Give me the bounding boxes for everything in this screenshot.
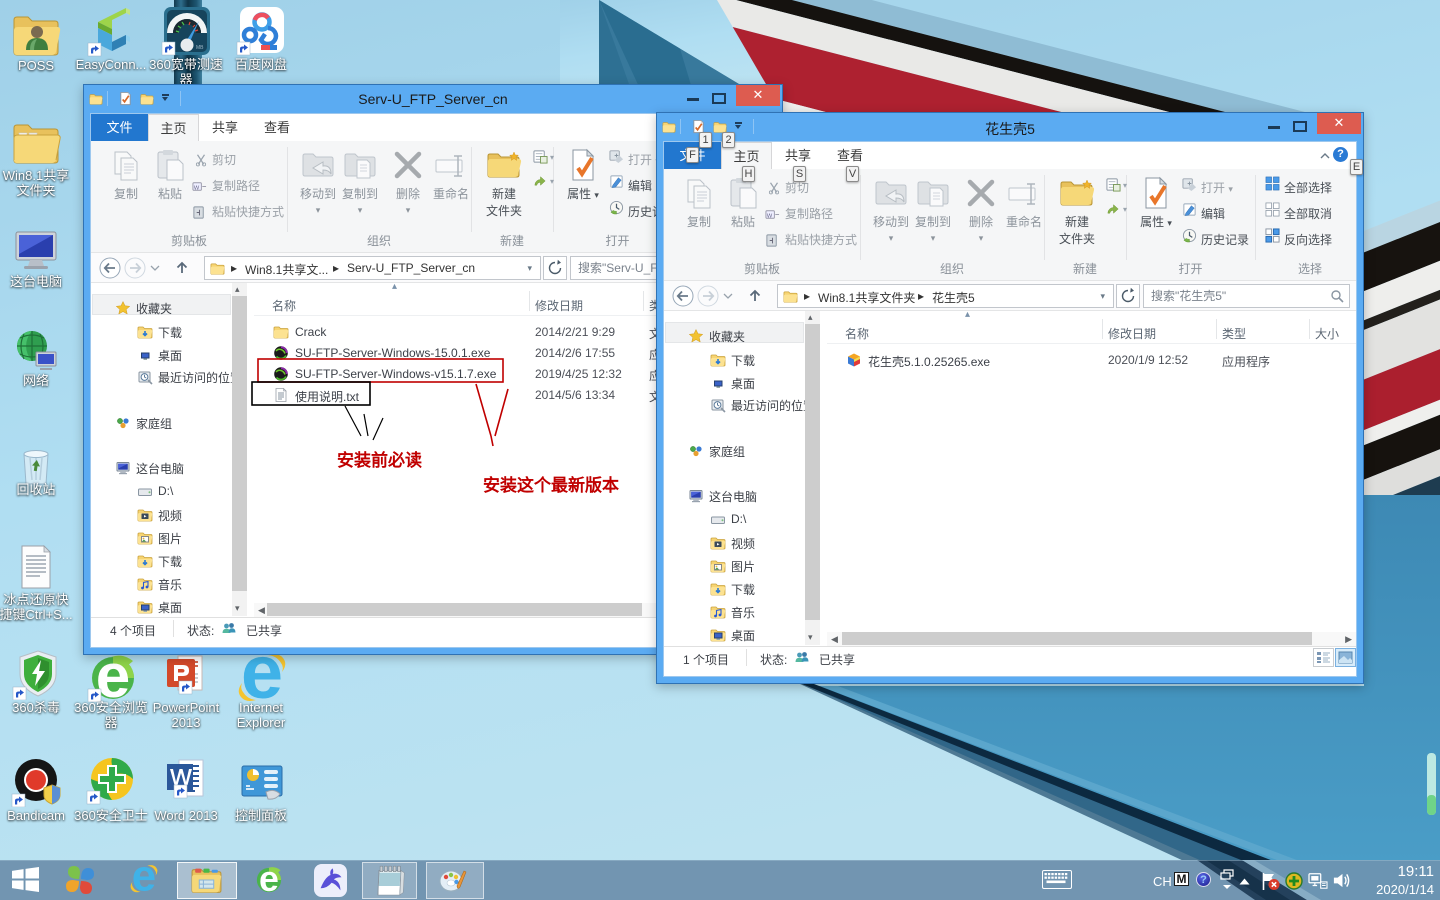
svg-text:MB: MB <box>196 45 204 51</box>
svg-text:e: e <box>241 652 283 704</box>
svg-text:e: e <box>132 864 156 894</box>
